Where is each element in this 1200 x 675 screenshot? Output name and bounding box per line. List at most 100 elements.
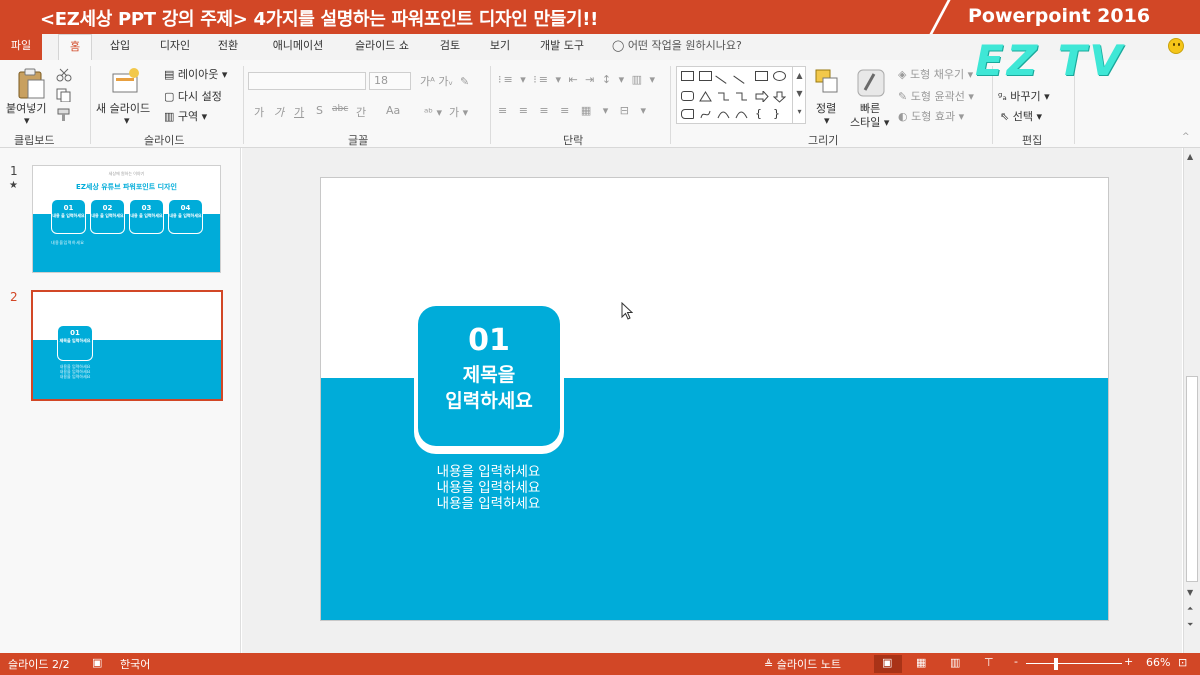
shadow-button[interactable]: S (316, 104, 323, 117)
zoom-in-button[interactable]: + (1124, 655, 1133, 668)
vertical-scrollbar[interactable]: ▲ ▼ ⏶ ⏷ (1183, 148, 1200, 653)
slide-canvas[interactable]: 01 제목을 입력하세요 내용을 입력하세요 내용을 입력하세요 내용을 입력하… (320, 177, 1109, 621)
curve-shape-icon[interactable] (699, 109, 712, 119)
arrange-icon[interactable] (814, 68, 840, 96)
underline-button[interactable]: 가 (294, 104, 304, 120)
rounded-rect-shape-icon[interactable] (681, 91, 694, 101)
strikethrough-button[interactable]: abc (332, 104, 348, 114)
slideshow-button[interactable]: ⊤ (978, 655, 1006, 673)
slide-thumbnail-2[interactable]: 01 제목을 입력하세요 내용을 입력하세요 내용을 입력하세요 내용을 입력하세요 (31, 290, 223, 401)
spell-check-icon[interactable]: ▣ (92, 656, 102, 669)
scrollbar-thumb[interactable] (1186, 376, 1198, 582)
tab-view[interactable]: 보기 (480, 34, 520, 60)
next-slide-icon[interactable]: ⏷ (1187, 620, 1193, 630)
replace-button[interactable]: ᵍₐ 바꾸기 ▾ (998, 88, 1050, 104)
slide-thumbnail-pane: 1 ★ 세상에 원하는 이야기 EZ세상 유튜브 파워포인트 디자인 01 내용 … (0, 148, 241, 653)
tab-insert[interactable]: 삽입 (100, 34, 140, 60)
tell-me-search[interactable]: ◯ 어떤 작업을 원하시나요? (612, 34, 742, 60)
layout-icon: ▤ (164, 68, 178, 81)
highlight-color-icon[interactable]: ᵃᵇ ▾ 가 ▾ (424, 104, 468, 120)
zoom-slider-track[interactable] (1026, 663, 1122, 664)
tab-file[interactable]: 파일 (0, 34, 42, 60)
copy-icon[interactable] (56, 88, 72, 102)
previous-slide-icon[interactable]: ⏶ (1187, 604, 1193, 614)
arrow-shape-icon[interactable] (733, 68, 750, 84)
collapse-ribbon-icon[interactable]: ^ (1182, 132, 1190, 142)
select-button[interactable]: ⇖ 선택 ▾ (1000, 108, 1042, 124)
shapes-gallery[interactable]: { } ▲ ▼ ▾ (676, 66, 806, 124)
connector-arrow-shape-icon[interactable] (735, 91, 748, 101)
character-spacing-button[interactable]: 간 (356, 104, 366, 120)
feedback-smiley-icon[interactable] (1168, 38, 1184, 54)
body-line: 내용을 입력하세요 (436, 464, 541, 480)
shape-fill-button[interactable]: ◈ 도형 채우기 ▾ (898, 66, 973, 82)
slide-thumbnail-1[interactable]: 세상에 원하는 이야기 EZ세상 유튜브 파워포인트 디자인 01 내용 을 입력… (32, 165, 221, 273)
effects-icon: ◐ (898, 110, 912, 123)
slide-sorter-button[interactable]: ▦ (910, 655, 938, 673)
arc-shape-icon[interactable] (735, 109, 748, 119)
reset-button[interactable]: ▢ 다시 설정 (164, 88, 222, 104)
body-text-box[interactable]: 내용을 입력하세요 내용을 입력하세요 내용을 입력하세요 (401, 464, 576, 512)
line-shape-icon[interactable] (715, 68, 732, 84)
font-size-combo[interactable]: 18 (369, 72, 411, 90)
italic-button[interactable]: 가 (274, 104, 284, 120)
paste-icon[interactable] (14, 66, 48, 100)
section-button[interactable]: ▥ 구역 ▾ (164, 108, 207, 124)
tab-developer[interactable]: 개발 도구 (530, 34, 594, 60)
paint-bucket-icon: ◈ (898, 68, 910, 81)
shapes-gallery-scroll[interactable]: ▲ ▼ ▾ (792, 67, 806, 123)
format-painter-icon[interactable] (56, 108, 72, 122)
align-icon[interactable]: ≡ ≡ ≡ ≡ ▦ ▾ ⊟ ▾ (498, 104, 650, 117)
brace-shape-icon[interactable]: { (755, 108, 768, 119)
notes-icon: ≜ (764, 658, 777, 671)
connector-shape-icon[interactable] (717, 91, 730, 101)
text-box-shape-icon[interactable] (681, 71, 694, 81)
new-slide-icon[interactable] (110, 66, 140, 96)
layout-button[interactable]: ▤ 레이아웃 ▾ (164, 66, 227, 82)
shape-effects-button[interactable]: ◐ 도형 효과 ▾ (898, 108, 964, 124)
tell-me-text: 어떤 작업을 원하시나요? (627, 39, 742, 52)
font-name-combo[interactable] (248, 72, 366, 90)
notes-button[interactable]: ≜ 슬라이드 노트 (764, 656, 841, 672)
new-slide-dropdown-arrow[interactable]: ▾ (124, 114, 130, 127)
text-box-shape-icon[interactable] (699, 71, 712, 81)
change-case-button[interactable]: Aa (386, 104, 400, 117)
body-line: 내용을 입력하세요 (436, 480, 541, 496)
oval-shape-icon[interactable] (773, 71, 786, 81)
tab-transitions[interactable]: 전환 (208, 34, 248, 60)
triangle-shape-icon[interactable] (699, 91, 712, 102)
freeform-shape-icon[interactable] (717, 109, 730, 119)
zoom-level[interactable]: 66% (1146, 656, 1170, 669)
cut-icon[interactable] (56, 68, 72, 82)
brace-shape-icon[interactable]: } (773, 108, 786, 119)
scroll-down-icon[interactable]: ▼ (1187, 588, 1193, 597)
font-group-label: 글꼴 (348, 134, 369, 147)
tab-slideshow[interactable]: 슬라이드 쇼 (344, 34, 420, 60)
quick-styles-label[interactable]: 스타일 ▾ (850, 114, 889, 130)
bold-button[interactable]: 가 (254, 104, 264, 120)
scroll-up-icon[interactable]: ▲ (1187, 152, 1193, 161)
language-indicator[interactable]: 한국어 (120, 656, 150, 672)
normal-view-button[interactable]: ▣ (874, 655, 902, 673)
title-card[interactable]: 01 제목을 입력하세요 (418, 306, 560, 446)
quick-styles-icon[interactable] (856, 68, 886, 98)
zoom-slider-handle[interactable] (1054, 658, 1058, 670)
flowchart-shape-icon[interactable] (681, 109, 694, 119)
tab-review[interactable]: 검토 (430, 34, 470, 60)
paste-dropdown-arrow[interactable]: ▾ (24, 114, 30, 127)
shape-outline-button[interactable]: ✎ 도형 윤곽선 ▾ (898, 88, 974, 104)
reading-view-button[interactable]: ▥ (944, 655, 972, 673)
tab-home[interactable]: 홈 (58, 34, 92, 60)
right-arrow-shape-icon[interactable] (755, 89, 769, 104)
bullets-icon[interactable]: ⁝≡ ▾ ⁝≡ ▾ ⇤ ⇥ ↕ ▾ ▥ ▾ (498, 73, 657, 86)
editing-group-label: 편집 (1022, 134, 1043, 147)
slide-number: 1 (10, 164, 18, 178)
rectangle-shape-icon[interactable] (755, 71, 768, 81)
font-grow-shrink-icon[interactable]: 가ᴬ 가ᵥ ✎ (420, 73, 469, 89)
tab-design[interactable]: 디자인 (150, 34, 200, 60)
arrange-dropdown-arrow[interactable]: ▾ (824, 114, 830, 127)
down-arrow-shape-icon[interactable] (772, 91, 787, 103)
fit-to-window-icon[interactable]: ⊡ (1178, 656, 1187, 669)
zoom-out-button[interactable]: - (1014, 655, 1018, 668)
tab-animations[interactable]: 애니메이션 (262, 34, 334, 60)
